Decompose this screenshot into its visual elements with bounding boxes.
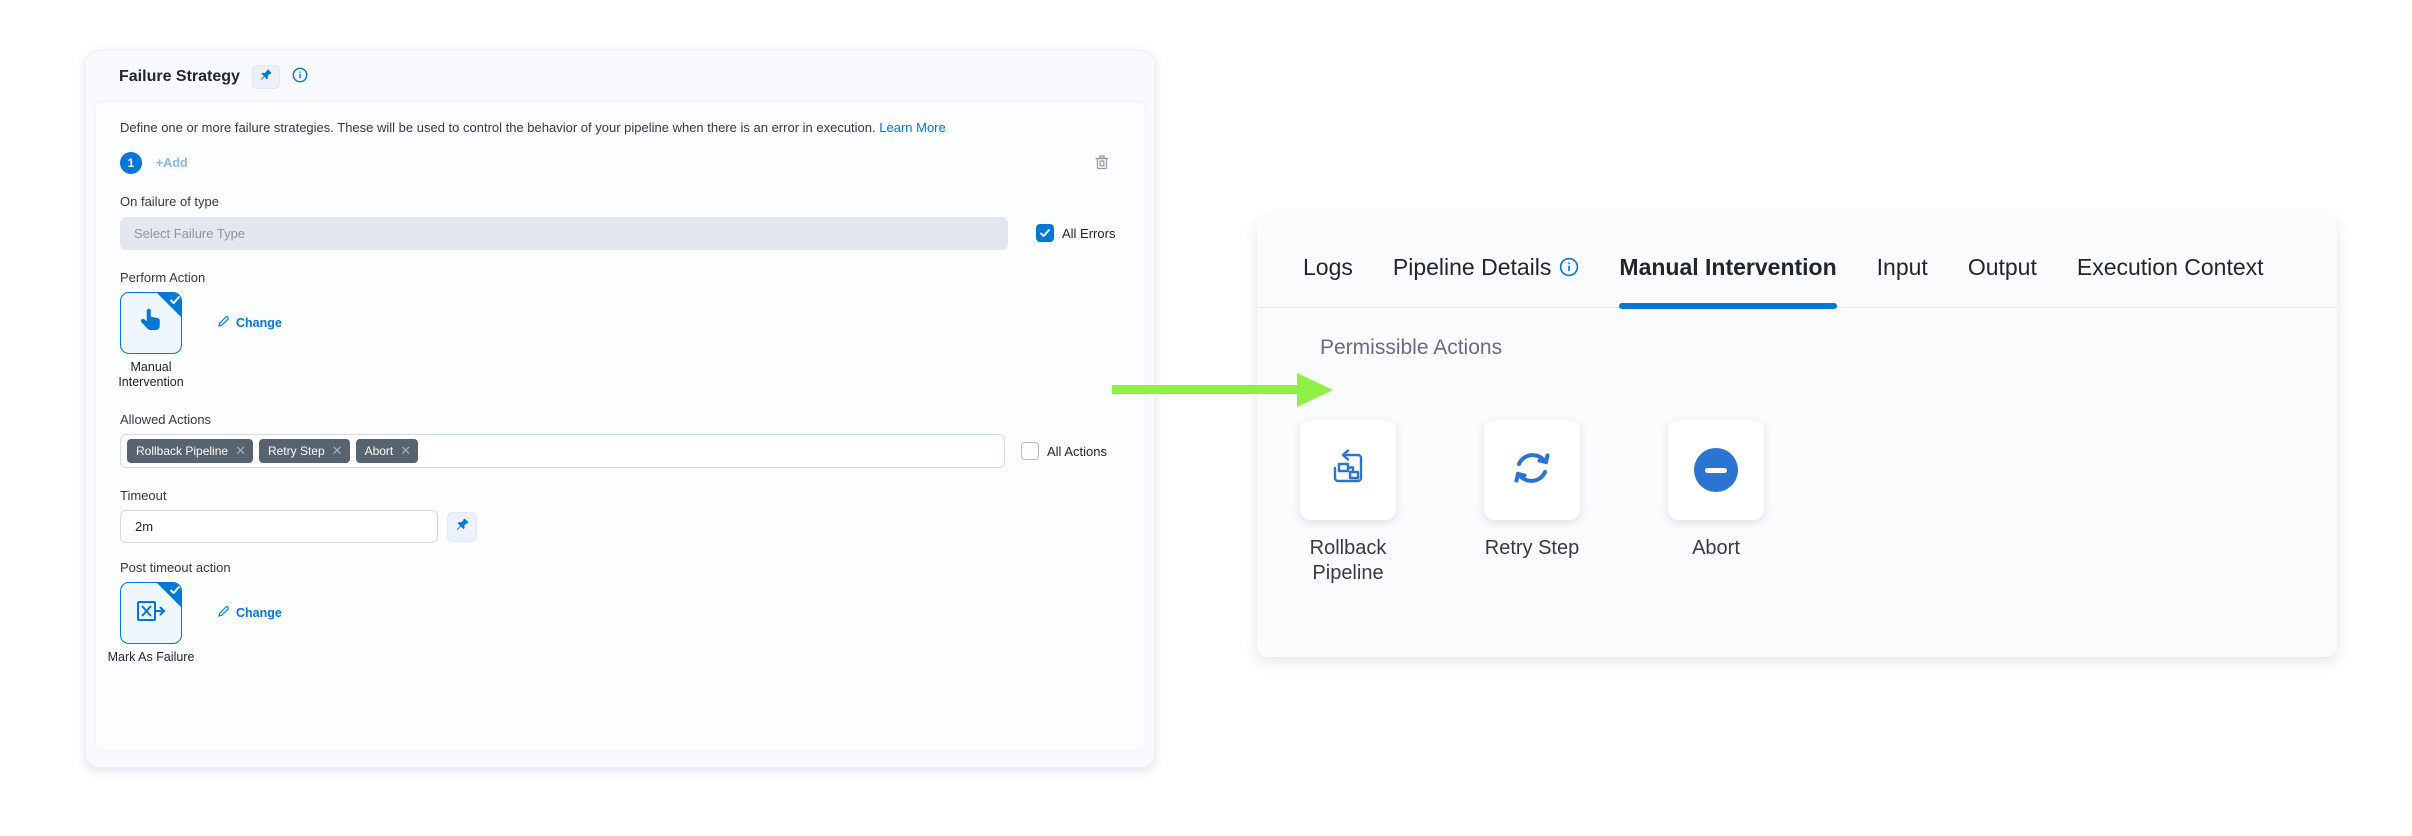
execution-detail-panel: Logs Pipeline Details Manual Interventio… — [1257, 216, 2337, 657]
change-post-timeout-link[interactable]: Change — [217, 605, 282, 621]
allowed-actions-input[interactable]: Rollback Pipeline ✕ Retry Step ✕ Abort ✕ — [120, 434, 1005, 468]
remove-tag-icon[interactable]: ✕ — [235, 443, 246, 459]
action-retry-step: Retry Step — [1484, 420, 1580, 586]
perform-action-caption: Manual Intervention — [104, 360, 198, 390]
on-failure-label: On failure of type — [120, 194, 219, 209]
tag-abort[interactable]: Abort ✕ — [356, 439, 419, 463]
permissible-actions-heading: Permissible Actions — [1320, 336, 1502, 360]
all-errors-checkbox[interactable]: All Errors — [1036, 224, 1115, 242]
tab-pipeline-details[interactable]: Pipeline Details — [1393, 254, 1580, 307]
perform-action-label: Perform Action — [120, 270, 205, 285]
tab-input[interactable]: Input — [1877, 254, 1928, 307]
flow-arrow-head — [1297, 373, 1333, 407]
post-timeout-caption: Mark As Failure — [104, 650, 198, 665]
tab-logs[interactable]: Logs — [1303, 254, 1353, 307]
tag-rollback-pipeline[interactable]: Rollback Pipeline ✕ — [127, 439, 253, 463]
rollback-pipeline-button[interactable] — [1300, 420, 1396, 520]
retry-icon — [1509, 445, 1555, 496]
allowed-actions-label: Allowed Actions — [120, 412, 211, 427]
add-strategy-button[interactable]: +Add — [156, 156, 188, 170]
tag-retry-step[interactable]: Retry Step ✕ — [259, 439, 350, 463]
strategy-list: 1 +Add — [120, 152, 188, 174]
retry-step-button[interactable] — [1484, 420, 1580, 520]
pushpin-icon — [259, 68, 273, 87]
tab-manual-intervention[interactable]: Manual Intervention — [1619, 254, 1836, 307]
failure-type-select[interactable] — [120, 217, 1008, 250]
tab-output[interactable]: Output — [1968, 254, 2037, 307]
failure-strategy-header: Failure Strategy — [86, 51, 1154, 89]
tab-bar: Logs Pipeline Details Manual Interventio… — [1257, 216, 2337, 308]
all-actions-checkbox[interactable]: All Actions — [1021, 442, 1107, 460]
rollback-pipeline-icon — [1326, 446, 1370, 495]
change-action-link[interactable]: Change — [217, 315, 282, 331]
action-label: Rollback Pipeline — [1287, 536, 1409, 586]
delete-strategy-icon[interactable] — [1094, 154, 1110, 176]
pencil-icon — [217, 315, 230, 331]
abort-button[interactable] — [1668, 420, 1764, 520]
pushpin-icon — [455, 517, 470, 537]
action-rollback-pipeline: Rollback Pipeline — [1300, 420, 1396, 586]
action-label: Retry Step — [1471, 536, 1593, 561]
tab-execution-context[interactable]: Execution Context — [2077, 254, 2264, 307]
info-icon[interactable] — [292, 67, 308, 88]
abort-icon — [1694, 448, 1738, 492]
timeout-pin-button[interactable] — [447, 512, 477, 542]
post-timeout-label: Post timeout action — [120, 560, 231, 575]
failure-strategy-form: Define one or more failure strategies. T… — [94, 101, 1146, 751]
pencil-icon — [217, 605, 230, 621]
learn-more-link[interactable]: Learn More — [879, 120, 945, 135]
flow-arrow — [1112, 385, 1298, 394]
timeout-input[interactable] — [120, 510, 438, 543]
remove-tag-icon[interactable]: ✕ — [332, 443, 343, 459]
failure-strategy-panel: Failure Strategy Define one or more fail… — [85, 50, 1155, 768]
remove-tag-icon[interactable]: ✕ — [400, 443, 411, 459]
panel-title: Failure Strategy — [119, 68, 240, 86]
strategy-description: Define one or more failure strategies. T… — [120, 120, 946, 135]
checkbox-checked-icon — [1036, 224, 1054, 242]
info-icon[interactable] — [1559, 256, 1579, 283]
action-label: Abort — [1655, 536, 1777, 561]
selected-check-icon — [156, 582, 182, 608]
selected-check-icon — [156, 292, 182, 318]
action-abort: Abort — [1668, 420, 1764, 586]
timeout-label: Timeout — [120, 488, 166, 503]
permissible-actions-list: Rollback Pipeline Retry Step — [1300, 420, 1764, 586]
manual-intervention-card[interactable] — [120, 292, 182, 354]
mark-as-failure-card[interactable] — [120, 582, 182, 644]
strategy-index-badge[interactable]: 1 — [120, 152, 142, 174]
checkbox-empty-icon — [1021, 442, 1039, 460]
pin-button[interactable] — [252, 65, 280, 89]
